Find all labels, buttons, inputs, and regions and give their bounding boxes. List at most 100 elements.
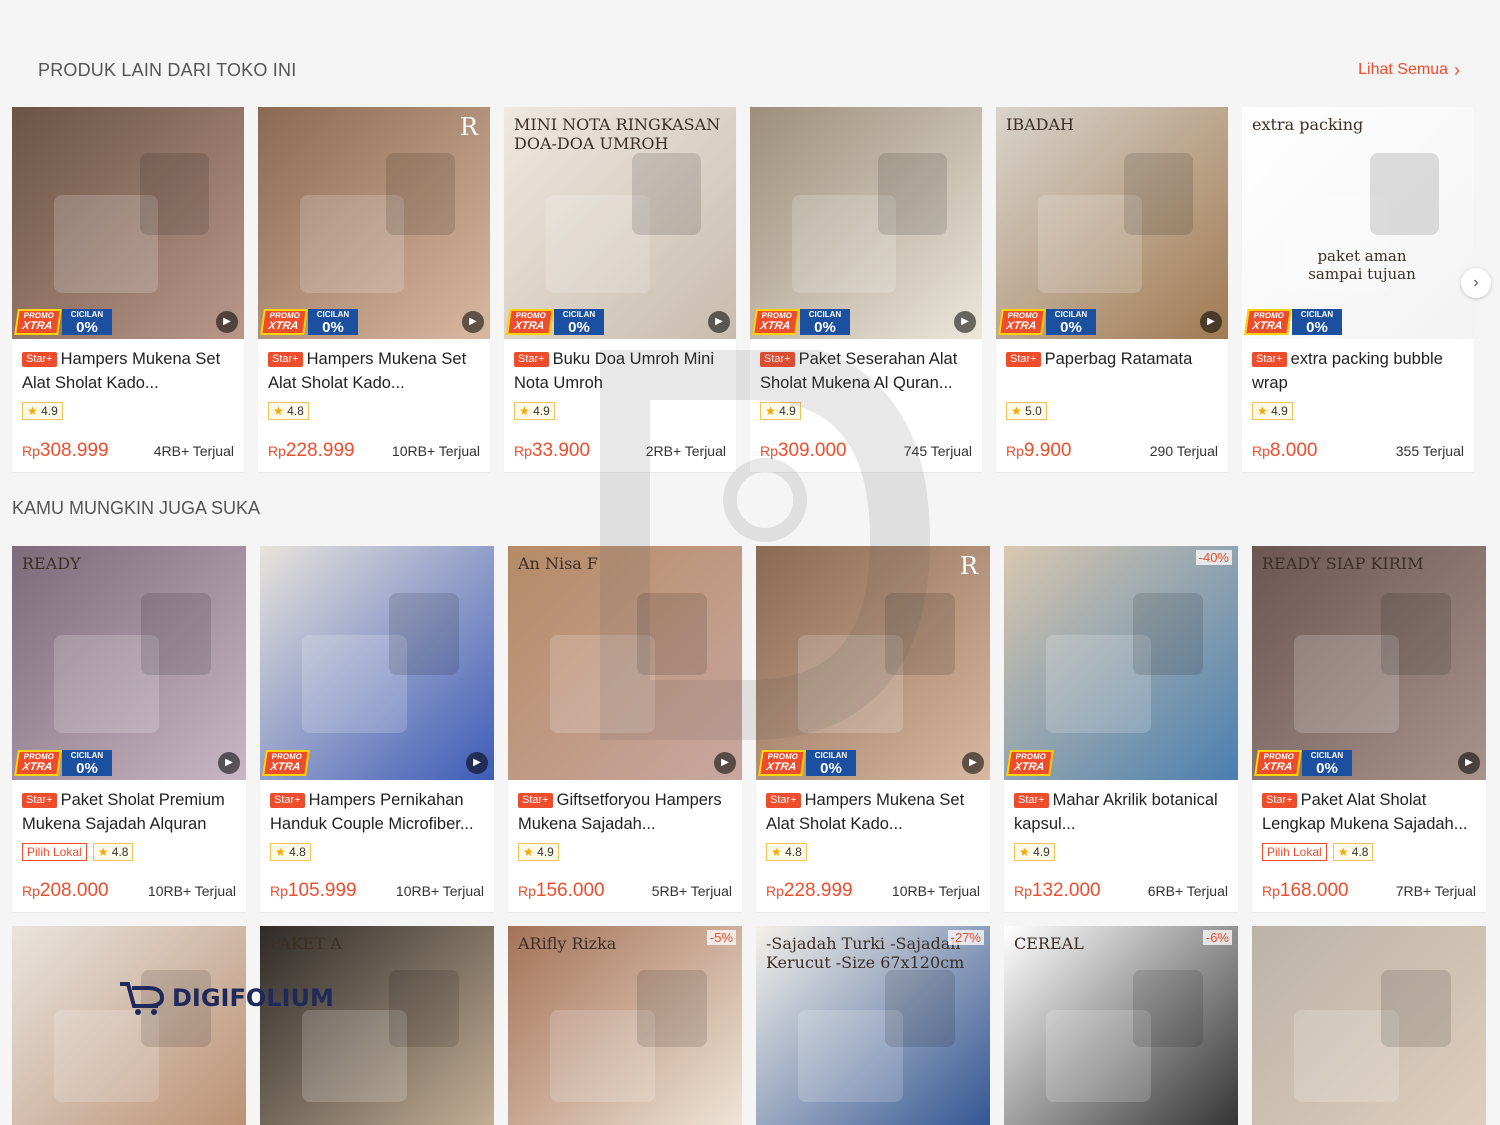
promo-label: PROMO bbox=[767, 752, 799, 761]
xtra-label: XTRA bbox=[765, 761, 798, 773]
product-card[interactable]: ARifly Rizka -5% bbox=[508, 926, 742, 1125]
product-card[interactable]: R PROMO XTRA CICILAN 0% ▶ Star+ Hampers Mukena … bbox=[258, 107, 490, 472]
sold-count: 355 Terjual bbox=[1395, 443, 1464, 459]
promo-xtra-badge: PROMO XTRA bbox=[1254, 750, 1302, 776]
product-footer: Rp9.900 290 Terjual bbox=[1006, 440, 1218, 462]
product-image: -Sajadah Turki -Sajadah Kerucut -Size 67… bbox=[756, 926, 990, 1125]
cicilan-pct: 0% bbox=[76, 760, 98, 777]
play-icon[interactable]: ▶ bbox=[954, 311, 976, 333]
promo-badges: PROMO XTRA CICILAN 0% bbox=[1254, 750, 1352, 776]
sold-count: 745 Terjual bbox=[903, 443, 972, 459]
product-image: PROMO XTRA CICILAN 0% ▶ bbox=[750, 107, 982, 339]
product-image: READY PROMO XTRA CICILAN 0% ▶ bbox=[12, 546, 246, 780]
product-card[interactable]: R PROMO XTRA CICILAN 0% ▶ Star+ Hampers Mukena … bbox=[756, 546, 990, 912]
star-plus-badge: Star+ bbox=[22, 793, 57, 808]
product-info: Star+ Hampers Mukena Set Alat Sholat Kado… bbox=[258, 339, 490, 421]
product-card[interactable] bbox=[12, 926, 246, 1125]
product-card[interactable]: PAKET A bbox=[260, 926, 494, 1125]
product-price: Rp132.000 bbox=[1014, 880, 1101, 902]
promo-label: PROMO bbox=[23, 752, 55, 761]
play-icon[interactable]: ▶ bbox=[218, 752, 240, 774]
play-icon[interactable]: ▶ bbox=[714, 752, 736, 774]
star-plus-badge: Star+ bbox=[268, 352, 303, 367]
product-tags: Pilih Lokal ★ 4.8 bbox=[22, 842, 236, 862]
star-icon: ★ bbox=[1011, 404, 1026, 418]
cicilan-badge: CICILAN 0% bbox=[800, 309, 850, 335]
discount-badge: -27% bbox=[947, 930, 984, 945]
product-image: -40% PROMO XTRA bbox=[1004, 546, 1238, 780]
sold-count: 290 Terjual bbox=[1149, 443, 1218, 459]
product-card[interactable]: -40% PROMO XTRA Star+ Mahar Akrilik botanica… bbox=[1004, 546, 1238, 912]
product-footer: Rp309.000 745 Terjual bbox=[760, 440, 972, 462]
product-card[interactable] bbox=[1252, 926, 1486, 1125]
photo-detail bbox=[1123, 153, 1194, 235]
section-title: PRODUK LAIN DARI TOKO INI bbox=[38, 59, 297, 80]
product-footer: Rp132.000 6RB+ Terjual bbox=[1014, 880, 1228, 902]
price-value: 228.999 bbox=[285, 440, 355, 461]
sold-count: 10RB+ Terjual bbox=[395, 883, 484, 899]
product-card[interactable]: READY SIAP KIRIM PROMO XTRA CICILAN 0% ▶ Star+… bbox=[1252, 546, 1486, 912]
play-icon[interactable]: ▶ bbox=[708, 311, 730, 333]
promo-badges: PROMO XTRA CICILAN 0% bbox=[758, 750, 856, 776]
product-image bbox=[1252, 926, 1486, 1125]
price-value: 132.000 bbox=[1031, 880, 1101, 901]
play-icon[interactable]: ▶ bbox=[962, 752, 984, 774]
rating-value: 4.8 bbox=[289, 845, 306, 859]
star-icon: ★ bbox=[765, 404, 780, 418]
product-card[interactable]: -Sajadah Turki -Sajadah Kerucut -Size 67… bbox=[756, 926, 990, 1125]
product-card[interactable]: An Nisa F ▶ Star+ Giftsetforyou Hampers Muk… bbox=[508, 546, 742, 912]
price-value: 33.900 bbox=[531, 440, 591, 461]
star-icon: ★ bbox=[273, 404, 288, 418]
photo-detail bbox=[636, 592, 707, 675]
promo-xtra-badge: PROMO XTRA bbox=[758, 750, 806, 776]
store-products-row: PROMO XTRA CICILAN 0% ▶ Star+ Hampers Mukena S… bbox=[12, 107, 1474, 472]
price-value: 228.999 bbox=[783, 880, 853, 901]
play-icon[interactable]: ▶ bbox=[216, 311, 238, 333]
sold-count: 10RB+ Terjual bbox=[891, 883, 980, 899]
see-all-link[interactable]: Lihat Semua › bbox=[1358, 61, 1460, 79]
product-card[interactable]: MINI NOTA RINGKASAN DOA-DOA UMROH PROMO XT… bbox=[504, 107, 736, 472]
play-icon[interactable]: ▶ bbox=[1200, 311, 1222, 333]
product-name: Star+ Paket Alat Sholat Lengkap Mukena Sa… bbox=[1262, 788, 1476, 836]
product-card[interactable]: PROMO XTRA ▶ Star+ Hampers Pernikahan Handuk… bbox=[260, 546, 494, 912]
product-tags: ★ 4.8 bbox=[268, 401, 480, 421]
product-image: IBADAH PROMO XTRA CICILAN 0% ▶ bbox=[996, 107, 1228, 339]
rating-badge: ★ 4.8 bbox=[766, 843, 807, 861]
product-image: CEREAL -6% bbox=[1004, 926, 1238, 1125]
star-plus-badge: Star+ bbox=[514, 352, 549, 367]
promo-badges: PROMO XTRA CICILAN 0% bbox=[752, 309, 850, 335]
play-icon[interactable]: ▶ bbox=[462, 311, 484, 333]
product-image: PROMO XTRA ▶ bbox=[260, 546, 494, 780]
currency-label: Rp bbox=[22, 883, 40, 899]
product-tags: ★ 4.9 bbox=[518, 842, 732, 862]
product-card[interactable]: PROMO XTRA CICILAN 0% ▶ Star+ Hampers Mukena S… bbox=[12, 107, 244, 472]
carousel-next-button[interactable]: › bbox=[1461, 268, 1491, 298]
cicilan-label: CICILAN bbox=[1310, 751, 1344, 760]
discount-badge: -40% bbox=[1195, 550, 1232, 565]
product-name-text: Paperbag Ratamata bbox=[1044, 350, 1193, 368]
product-name: Star+ Hampers Mukena Set Alat Sholat Kado… bbox=[268, 347, 480, 395]
product-card[interactable]: READY PROMO XTRA CICILAN 0% ▶ Star+ Paket Shola… bbox=[12, 546, 246, 912]
recommended-products-row-2: PAKET A ARifly Rizka -5% -Sajadah Turki -Sa… bbox=[12, 926, 1486, 1125]
play-icon[interactable]: ▶ bbox=[466, 752, 488, 774]
cicilan-label: CICILAN bbox=[562, 310, 596, 319]
product-card[interactable]: CEREAL -6% bbox=[1004, 926, 1238, 1125]
product-card[interactable]: IBADAH PROMO XTRA CICILAN 0% ▶ Star+ Paperbag R… bbox=[996, 107, 1228, 472]
promo-badges: PROMO XTRA CICILAN 0% bbox=[506, 309, 604, 335]
cicilan-badge: CICILAN 0% bbox=[1302, 750, 1352, 776]
photo-detail bbox=[884, 592, 955, 675]
promo-label: PROMO bbox=[1015, 752, 1047, 761]
product-card[interactable]: extra packing paket aman sampai tujuan PRO… bbox=[1242, 107, 1474, 472]
image-caption: READY SIAP KIRIM bbox=[1262, 554, 1424, 573]
play-icon[interactable]: ▶ bbox=[1458, 752, 1480, 774]
rating-value: 4.9 bbox=[1033, 845, 1050, 859]
price-value: 105.999 bbox=[287, 880, 357, 901]
product-name: Star+ Hampers Mukena Set Alat Sholat Kado… bbox=[766, 788, 980, 836]
sold-count: 10RB+ Terjual bbox=[391, 443, 480, 459]
product-card[interactable]: PROMO XTRA CICILAN 0% ▶ Star+ Paket Seserahan … bbox=[750, 107, 982, 472]
cicilan-badge: CICILAN 0% bbox=[1046, 309, 1096, 335]
image-caption: MINI NOTA RINGKASAN DOA-DOA UMROH bbox=[514, 115, 721, 153]
photo-detail bbox=[884, 970, 955, 1047]
product-footer: Rp8.000 355 Terjual bbox=[1252, 440, 1464, 462]
rating-badge: ★ 4.8 bbox=[268, 402, 309, 420]
